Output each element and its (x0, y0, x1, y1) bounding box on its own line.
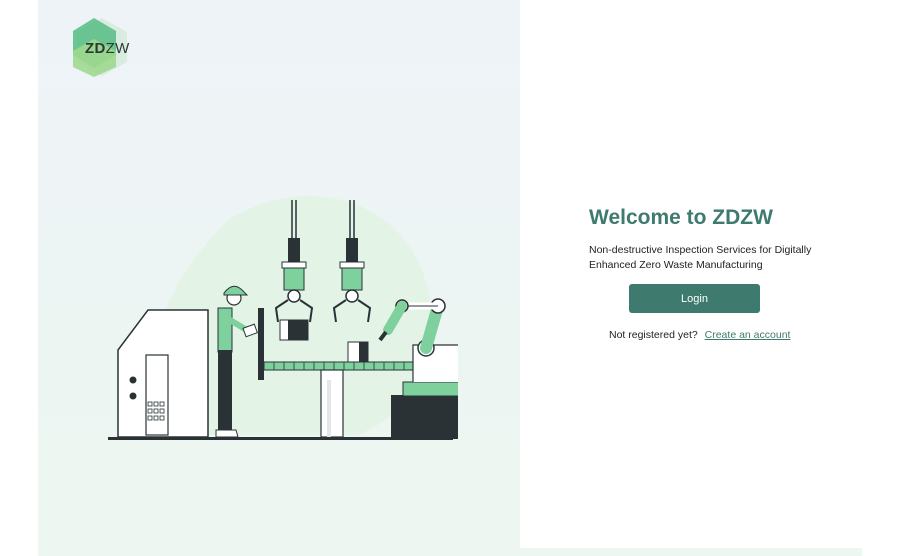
factory-robot-illustration-icon (108, 195, 458, 440)
register-prompt: Not registered yet? (609, 329, 698, 341)
bottom-strip (520, 548, 862, 556)
page-title: Welcome to ZDZW (589, 206, 773, 229)
hero-panel: ZDZW (38, 0, 520, 556)
create-account-link[interactable]: Create an account (705, 329, 791, 341)
page-subtitle: Non-destructive Inspection Services for … (589, 244, 812, 271)
register-row: Not registered yet? Create an account (609, 329, 790, 341)
login-panel (520, 0, 900, 548)
logo-text: ZDZW (85, 40, 130, 57)
login-button[interactable]: Login (629, 284, 760, 313)
